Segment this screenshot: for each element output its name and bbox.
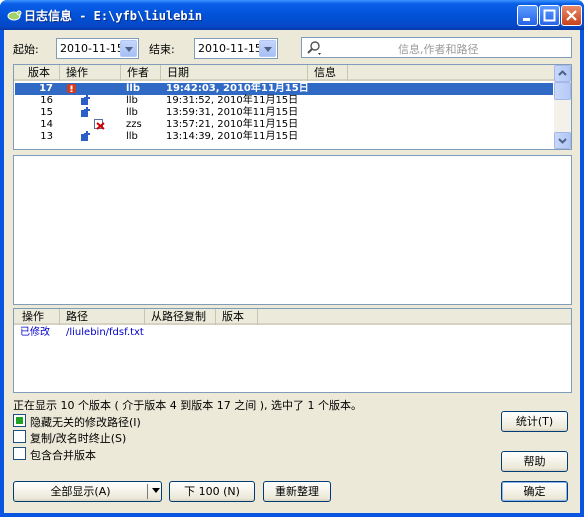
- revision-list-scrollbar[interactable]: [554, 65, 571, 149]
- revision-date: 19:31:52, 2010年11月15日: [166, 95, 299, 106]
- column-header-copy-from[interactable]: 从路径复制: [145, 309, 216, 325]
- chevron-up-icon: [558, 70, 567, 76]
- column-header-path-action[interactable]: 操作: [14, 309, 60, 325]
- to-date-value: 2010-11-15: [198, 42, 262, 55]
- stop-on-copy-checkbox[interactable]: [13, 430, 26, 443]
- column-header-message[interactable]: 信息: [308, 65, 348, 81]
- revision-number: 13: [40, 131, 53, 142]
- revision-row[interactable]: 16 llb 19:31:52, 2010年11月15日: [15, 95, 335, 107]
- path-action: 已修改: [20, 327, 50, 338]
- scroll-thumb[interactable]: [554, 82, 571, 100]
- chevron-down-icon: [558, 138, 567, 144]
- search-input[interactable]: 信息,作者和路径: [301, 37, 572, 58]
- column-header-path[interactable]: 路径: [60, 309, 145, 325]
- chevron-down-icon[interactable]: [120, 40, 137, 57]
- deleted-icon: [94, 119, 105, 130]
- log-window: 日志信息 - E:\yfb\liulebin 起始: 2010-11-15 结束…: [0, 0, 584, 517]
- ok-button[interactable]: 确定: [501, 481, 568, 502]
- include-merged-label[interactable]: 包含合并版本: [30, 447, 96, 463]
- revision-number: 17: [39, 83, 53, 94]
- added-icon: [80, 107, 91, 118]
- show-all-label: 全部显示(A): [50, 485, 111, 498]
- column-header-path-revision[interactable]: 版本: [216, 309, 258, 325]
- help-button[interactable]: 帮助: [501, 451, 568, 472]
- revision-date: 13:57:21, 2010年11月15日: [166, 119, 299, 130]
- maximize-button[interactable]: [539, 5, 560, 26]
- revision-date: 13:14:39, 2010年11月15日: [166, 131, 299, 142]
- path-row[interactable]: 已修改 /liulebin/fdsf.txt: [15, 327, 315, 339]
- modified-icon: [66, 83, 77, 94]
- revision-author: llb: [126, 131, 138, 142]
- revision-author: llb: [126, 107, 138, 118]
- minimize-icon: [523, 18, 530, 21]
- hide-unrelated-checkbox[interactable]: [13, 414, 26, 427]
- column-header-action[interactable]: 操作: [60, 65, 121, 81]
- dropdown-arrow-icon[interactable]: [152, 488, 160, 494]
- search-icon[interactable]: [306, 40, 322, 56]
- maximize-icon: [543, 9, 556, 22]
- minimize-button[interactable]: [517, 5, 538, 26]
- split-divider: [147, 484, 148, 499]
- hide-unrelated-label[interactable]: 隐藏无关的修改路径(I): [30, 414, 141, 430]
- column-header-revision[interactable]: 版本: [14, 65, 60, 81]
- revision-date: 13:59:31, 2010年11月15日: [166, 107, 299, 118]
- log-message-pane[interactable]: [13, 155, 572, 305]
- from-date-picker[interactable]: 2010-11-15: [56, 38, 139, 59]
- tortoise-icon: [7, 10, 22, 21]
- close-button[interactable]: [561, 5, 582, 26]
- revision-author: llb: [126, 83, 141, 94]
- revision-list[interactable]: 版本 操作 作者 日期 信息 17 llb 19:42:03, 2010年11月15…: [13, 64, 572, 150]
- changed-paths-list[interactable]: 操作 路径 从路径复制 版本 已修改 /liulebin/fdsf.txt: [13, 308, 572, 393]
- to-date-picker[interactable]: 2010-11-15: [194, 38, 278, 59]
- from-label: 起始:: [13, 43, 39, 56]
- path-value: /liulebin/fdsf.txt: [66, 327, 144, 338]
- revision-author: llb: [126, 95, 138, 106]
- scroll-up-button[interactable]: [554, 65, 571, 82]
- from-date-value: 2010-11-15: [60, 42, 124, 55]
- window-title: 日志信息 - E:\yfb\liulebin: [24, 9, 203, 23]
- added-icon: [80, 131, 91, 142]
- chevron-down-icon[interactable]: [259, 40, 276, 57]
- dialog-body: 起始: 2010-11-15 结束: 2010-11-15 信息,作者和路径 版…: [4, 30, 580, 513]
- close-icon: [566, 10, 577, 21]
- column-header-author[interactable]: 作者: [121, 65, 161, 81]
- revision-list-header: 版本 操作 作者 日期 信息: [14, 65, 554, 81]
- paths-list-header: 操作 路径 从路径复制 版本: [14, 309, 571, 325]
- revision-number: 16: [40, 95, 53, 106]
- next-100-button[interactable]: 下 100 (N): [169, 481, 255, 502]
- stop-on-copy-label[interactable]: 复制/改名时终止(S): [30, 430, 126, 446]
- include-merged-checkbox[interactable]: [13, 447, 26, 460]
- added-icon: [80, 95, 91, 106]
- revision-row[interactable]: 17 llb 19:42:03, 2010年11月15日: [15, 83, 553, 95]
- revision-row[interactable]: 13 llb 13:14:39, 2010年11月15日: [15, 131, 335, 143]
- revision-date: 19:42:03, 2010年11月15日: [166, 83, 309, 94]
- revision-row[interactable]: 14 zzs 13:57:21, 2010年11月15日: [15, 119, 335, 131]
- revision-author: zzs: [126, 119, 142, 130]
- statistics-button[interactable]: 统计(T): [501, 411, 568, 432]
- scroll-down-button[interactable]: [554, 132, 571, 149]
- refresh-button[interactable]: 重新整理: [263, 481, 331, 502]
- status-text: 正在显示 10 个版本 ( 介于版本 4 到版本 17 之间 ), 选中了 1 …: [13, 399, 363, 412]
- column-header-date[interactable]: 日期: [161, 65, 308, 81]
- title-bar[interactable]: 日志信息 - E:\yfb\liulebin: [0, 0, 584, 30]
- show-all-button[interactable]: 全部显示(A): [13, 481, 162, 502]
- to-label: 结束:: [149, 43, 175, 56]
- search-placeholder: 信息,作者和路径: [398, 43, 479, 56]
- revision-number: 14: [40, 119, 53, 130]
- revision-row[interactable]: 15 llb 13:59:31, 2010年11月15日: [15, 107, 335, 119]
- revision-number: 15: [40, 107, 53, 118]
